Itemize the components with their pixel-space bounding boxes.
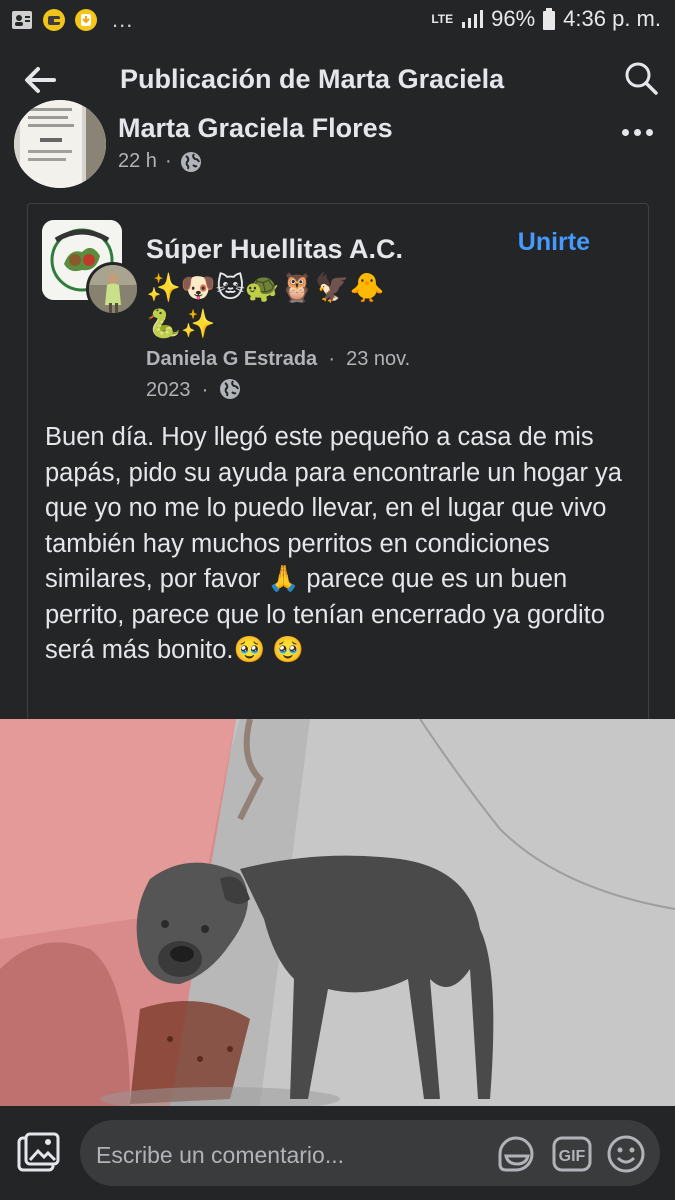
svg-text:GIF: GIF [559, 1148, 586, 1165]
more-notifications: ... [112, 7, 134, 32]
battery-icon [543, 8, 556, 30]
back-button[interactable] [18, 60, 62, 100]
post-date-year[interactable]: 2023 [146, 379, 191, 401]
comment-placeholder: Escribe un comentario... [96, 1142, 345, 1168]
comment-input[interactable]: Escribe un comentario... GIF [80, 1120, 660, 1186]
signal-icon [462, 10, 484, 28]
dot-icon [633, 128, 641, 136]
emoji-icon [607, 1135, 645, 1173]
shared-post-meta: Daniela G Estrada · 23 nov. 2023 · [146, 344, 446, 406]
dog-photo-image [0, 719, 675, 1106]
battery-percent: 96% [491, 6, 536, 31]
network-type: LTE [431, 12, 454, 26]
back-arrow-icon [25, 67, 56, 93]
add-photo-button[interactable] [14, 1128, 64, 1178]
status-bar: ... LTE 96% 4:36 p. m. [0, 0, 675, 44]
post-meta: 22 h · [118, 150, 202, 173]
globe-icon [220, 379, 241, 399]
clock: 4:36 p. m. [563, 6, 661, 31]
sticker-button[interactable] [494, 1132, 538, 1176]
search-button[interactable] [621, 58, 661, 98]
gif-button[interactable]: GIF [550, 1132, 594, 1176]
shared-post-card[interactable]: Súper Huellitas A.C. Unirte ✨🐶🐱🐢🦉🦅🐥 🐍✨ D… [27, 203, 649, 723]
dot-icon [645, 128, 653, 136]
page-title: Publicación de Marta Graciela [120, 64, 505, 94]
sticker-icon [498, 1136, 534, 1172]
join-group-button[interactable]: Unirte [518, 228, 590, 257]
meta-separator: · [328, 348, 335, 370]
post-text: Buen día. Hoy llegó este pequeño a casa … [45, 423, 622, 664]
group-emoji-line: ✨🐶🐱🐢🦉🦅🐥 [146, 272, 385, 303]
comment-bar: Escribe un comentario... GIF [0, 1106, 675, 1200]
search-icon [625, 62, 658, 95]
post-date-day[interactable]: 23 nov. [346, 348, 410, 370]
system-status: LTE 96% 4:36 p. m. [431, 6, 661, 32]
dot-icon [621, 128, 629, 136]
gif-icon: GIF [552, 1136, 592, 1172]
post-time[interactable]: 22 h [118, 150, 157, 173]
poster-name[interactable]: Daniela G Estrada [146, 348, 317, 370]
more-options-button[interactable] [617, 120, 657, 144]
meta-separator: · [164, 150, 172, 172]
globe-icon [180, 151, 201, 172]
emoji-button[interactable] [604, 1132, 648, 1176]
post-photo[interactable] [0, 719, 675, 1106]
group-emoji-line: 🐍✨ [146, 308, 216, 339]
meta-separator: · [201, 379, 209, 401]
author-avatar[interactable] [14, 100, 106, 188]
member-avatar[interactable] [86, 262, 140, 316]
wallet-app-icon [43, 9, 65, 31]
author-name[interactable]: Marta Graciela Flores [118, 113, 393, 144]
contact-card-icon [12, 11, 32, 29]
download-app-icon [75, 9, 97, 31]
photo-icon [17, 1132, 60, 1172]
group-name[interactable]: Súper Huellitas A.C. [146, 234, 403, 265]
notification-icons: ... [10, 8, 133, 32]
app-header: Publicación de Marta Graciela [0, 44, 675, 116]
